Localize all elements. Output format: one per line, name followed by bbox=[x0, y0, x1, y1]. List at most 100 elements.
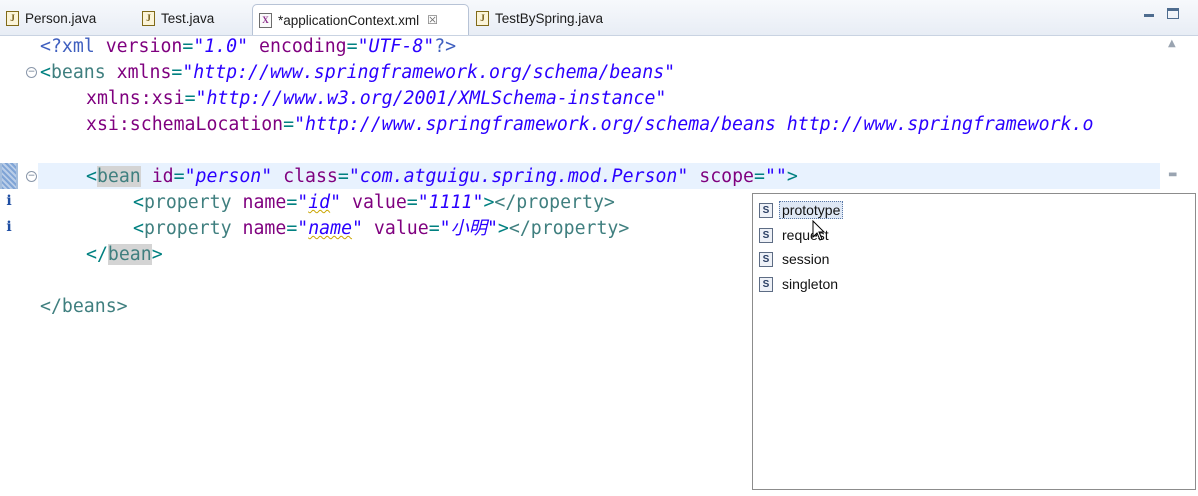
close-tab-icon[interactable]: ☒ bbox=[427, 13, 438, 27]
code-line-beans-close: </beans> bbox=[40, 294, 128, 320]
vertical-ruler bbox=[0, 36, 18, 496]
attr-name: xmlns bbox=[105, 62, 172, 83]
equals: = bbox=[754, 166, 765, 187]
tab-person-java[interactable]: J Person.java bbox=[0, 4, 96, 32]
attr-value: "http://www.springframework.org/schema/b… bbox=[182, 62, 676, 83]
attr-value: "UTF-8" bbox=[357, 36, 435, 57]
code-line-property-id: <property name="id" value="1111"></prope… bbox=[133, 190, 615, 216]
equals: = bbox=[406, 192, 418, 213]
tab-applicationcontext-xml[interactable]: X *applicationContext.xml ☒ bbox=[252, 4, 469, 35]
info-marker-icon[interactable]: i bbox=[4, 219, 14, 235]
fold-collapse-icon[interactable]: − bbox=[26, 67, 37, 78]
code-line-property-name: <property name="name" value="小明"></prope… bbox=[133, 216, 629, 242]
tag-bracket: > bbox=[786, 166, 798, 187]
assist-item-session[interactable]: S session bbox=[759, 248, 832, 270]
attr-name: value bbox=[362, 218, 429, 239]
closing-tag: </beans> bbox=[40, 296, 128, 317]
equals: = bbox=[286, 192, 298, 213]
scroll-up-icon[interactable]: ▲ bbox=[1168, 38, 1176, 49]
tab-testbyspring-java[interactable]: J TestBySpring.java bbox=[470, 4, 603, 32]
equals: = bbox=[184, 88, 196, 109]
equals: = bbox=[171, 62, 183, 83]
attr-value: "http://www.w3.org/2001/XMLSchema-instan… bbox=[195, 88, 667, 109]
attr-name: name bbox=[231, 192, 287, 213]
attr-value: id bbox=[308, 192, 331, 213]
attr-value: name bbox=[308, 218, 353, 239]
xml-declaration-open: <?xml bbox=[40, 36, 106, 57]
suggestion-icon: S bbox=[759, 251, 773, 267]
equals: = bbox=[173, 166, 185, 187]
tab-test-java[interactable]: J Test.java bbox=[136, 4, 214, 32]
tag-bracket: > bbox=[151, 244, 163, 265]
attr-value: "1.0" bbox=[193, 36, 249, 57]
tag-name: beans bbox=[50, 62, 106, 83]
info-marker-icon[interactable]: i bbox=[4, 193, 14, 209]
xml-file-icon: X bbox=[259, 12, 272, 28]
assist-item-label: singleton bbox=[782, 276, 839, 292]
equals: = bbox=[182, 36, 194, 57]
tag-bracket: > bbox=[497, 218, 509, 239]
code-line-1: <?xml version="1.0" encoding="UTF-8"?> bbox=[40, 34, 456, 60]
code-line-bean-close: </bean> bbox=[86, 242, 163, 268]
editor-tab-bar: J Person.java J Test.java X *application… bbox=[0, 0, 1198, 36]
attr-name: xmlns:xsi bbox=[86, 88, 185, 109]
attr-value-scope[interactable]: "" bbox=[765, 166, 787, 187]
quote: " bbox=[297, 192, 309, 213]
equals: = bbox=[428, 218, 440, 239]
attr-name: value bbox=[341, 192, 407, 213]
minimize-icon[interactable] bbox=[1143, 8, 1156, 19]
tab-label: Person.java bbox=[25, 10, 97, 26]
attr-value: "1111" bbox=[417, 192, 484, 213]
tab-label: *applicationContext.xml bbox=[278, 12, 420, 28]
suggestion-icon: S bbox=[759, 276, 773, 292]
java-file-icon: J bbox=[142, 10, 155, 26]
attr-value: "小明" bbox=[439, 218, 498, 239]
quote: " bbox=[297, 218, 309, 239]
attr-name: class bbox=[272, 166, 338, 187]
suggestion-icon: S bbox=[759, 202, 773, 218]
tag-bracket: </ bbox=[86, 244, 108, 265]
change-marker-stripe bbox=[2, 163, 16, 189]
tab-label: Test.java bbox=[161, 10, 215, 26]
equals: = bbox=[286, 218, 298, 239]
tag-bracket: > bbox=[483, 192, 495, 213]
assist-item-prototype[interactable]: S prototype bbox=[759, 199, 844, 221]
code-line-bean: <bean id="person" class="com.atguigu.spr… bbox=[86, 164, 798, 190]
attr-name: scope bbox=[688, 166, 754, 187]
attr-name: id bbox=[140, 166, 174, 187]
tab-label: TestBySpring.java bbox=[495, 10, 604, 26]
attr-name: version bbox=[105, 36, 183, 57]
tag-name: bean bbox=[107, 244, 152, 265]
attr-value: "com.atguigu.spring.mod.Person" bbox=[348, 166, 689, 187]
assist-item-singleton[interactable]: S singleton bbox=[759, 273, 841, 295]
closing-tag: </property> bbox=[508, 218, 630, 239]
equals: = bbox=[337, 166, 349, 187]
suggestion-icon: S bbox=[759, 227, 773, 243]
attr-value: "http://www.springframework.org/schema/b… bbox=[294, 114, 1094, 135]
attr-name: xsi:schemaLocation bbox=[86, 114, 284, 135]
tag-bracket: < bbox=[40, 62, 51, 83]
closing-tag: </property> bbox=[494, 192, 615, 213]
code-line-3: xmlns:xsi="http://www.w3.org/2001/XMLSch… bbox=[86, 86, 666, 112]
tag-bracket: < bbox=[133, 218, 144, 239]
tag-bracket: < bbox=[86, 166, 97, 187]
tag-name: property bbox=[143, 192, 232, 213]
assist-item-label: session bbox=[782, 251, 830, 267]
quote: " bbox=[352, 218, 363, 239]
overview-marker-icon: ▬ bbox=[1168, 169, 1178, 180]
tag-name: property bbox=[143, 218, 232, 239]
code-line-4: xsi:schemaLocation="http://www.springfra… bbox=[86, 112, 1093, 138]
maximize-icon[interactable] bbox=[1167, 8, 1179, 19]
assist-item-label: prototype bbox=[779, 201, 844, 219]
quote: " bbox=[330, 192, 342, 213]
tag-bracket: < bbox=[133, 192, 144, 213]
fold-collapse-icon[interactable]: − bbox=[26, 171, 37, 182]
equals: = bbox=[346, 36, 358, 57]
java-file-icon: J bbox=[6, 10, 19, 26]
code-line-2: <beans xmlns="http://www.springframework… bbox=[40, 60, 675, 86]
attr-name: encoding bbox=[248, 36, 347, 57]
tag-name: bean bbox=[96, 166, 141, 187]
attr-name: name bbox=[231, 218, 287, 239]
mouse-pointer-icon bbox=[812, 220, 826, 241]
equals: = bbox=[283, 114, 295, 135]
